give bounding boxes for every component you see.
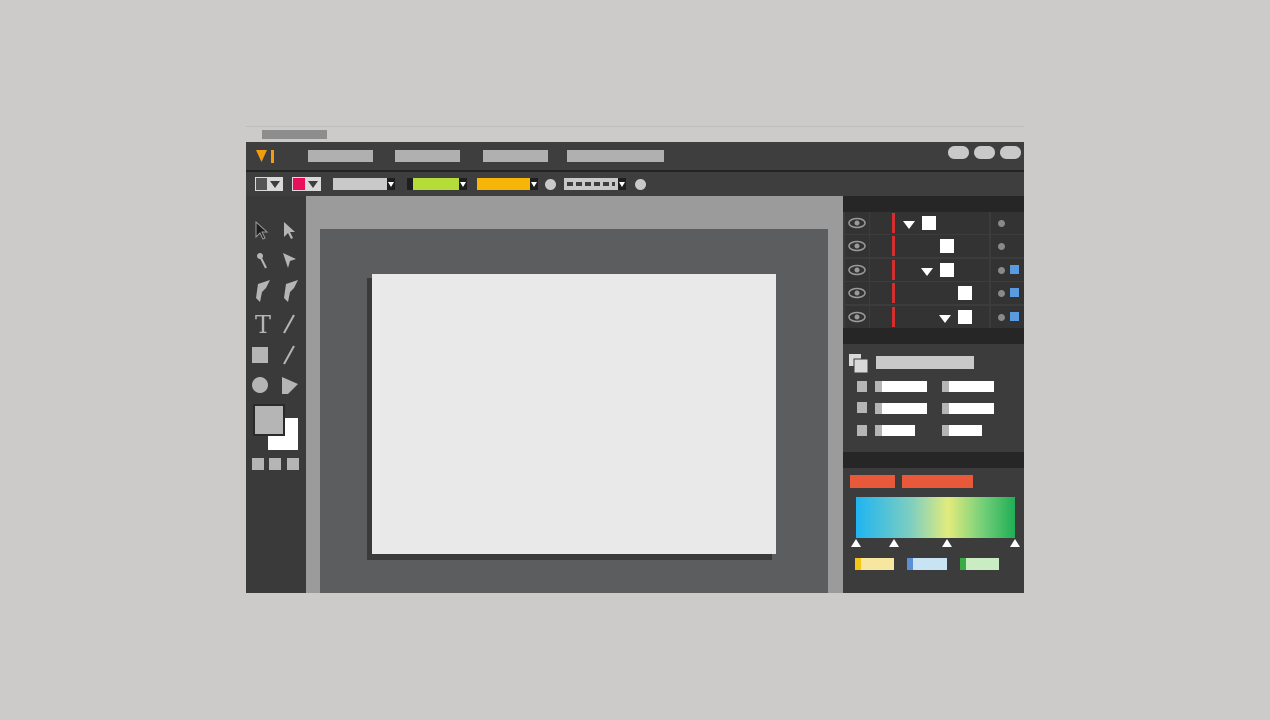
- layer-thumbnail: [922, 216, 936, 230]
- selection-tool-icon[interactable]: [255, 220, 269, 240]
- menu-item-3[interactable]: [483, 150, 548, 162]
- gradient-stop-3: [942, 539, 952, 547]
- layer-target-icon[interactable]: [998, 220, 1005, 227]
- properties-panel: [849, 354, 994, 436]
- swatch-yellow[interactable]: [855, 558, 894, 570]
- layer-selection-indicator: [1010, 312, 1019, 321]
- window-tab[interactable]: [262, 130, 327, 139]
- layer-row[interactable]: [843, 259, 1024, 281]
- layers-panel-header: [843, 196, 1024, 212]
- layer-color-bar: [892, 283, 895, 303]
- layer-thumbnail: [958, 310, 972, 324]
- layer-target-icon[interactable]: [998, 290, 1005, 297]
- color-field-green[interactable]: [407, 178, 467, 190]
- swatch-blue[interactable]: [907, 558, 947, 570]
- stroke-swatch-dropdown[interactable]: [255, 177, 283, 191]
- ellipse-tool-icon[interactable]: [252, 377, 268, 393]
- eye-icon[interactable]: [848, 311, 866, 323]
- svg-text:T: T: [255, 311, 271, 339]
- tools-grid: T: [252, 220, 299, 470]
- layer-thumbnail: [940, 263, 954, 277]
- gradient-mode-button[interactable]: [902, 475, 973, 488]
- properties-panel-header: [843, 328, 1024, 344]
- property-title-bar: [876, 356, 974, 369]
- expand-triangle-icon[interactable]: [920, 267, 934, 277]
- toolbar-radio-1[interactable]: [545, 179, 556, 190]
- line-tool-icon[interactable]: [283, 314, 295, 334]
- gradient-panel-header: [843, 452, 1024, 468]
- toolbar-radio-2[interactable]: [635, 179, 646, 190]
- gradient-stop-1: [851, 539, 861, 547]
- gradient-stop-2: [889, 539, 899, 547]
- gradient-stop-4: [1010, 539, 1020, 547]
- magic-wand-tool-icon[interactable]: [257, 253, 267, 269]
- add-anchor-tool-icon[interactable]: [284, 280, 298, 302]
- app-logo-icon: [256, 150, 274, 163]
- chevron-down-icon: [308, 181, 318, 188]
- menu-item-4[interactable]: [567, 150, 664, 162]
- artboard-grid[interactable]: [372, 274, 776, 554]
- layer-selection-indicator: [1010, 288, 1019, 297]
- layer-target-icon[interactable]: [998, 267, 1005, 274]
- polygon-tool-icon[interactable]: [282, 377, 298, 394]
- layer-row[interactable]: [843, 282, 1024, 304]
- eye-icon[interactable]: [848, 264, 866, 276]
- gradient-type-button[interactable]: [850, 475, 895, 488]
- expand-triangle-icon[interactable]: [902, 220, 916, 230]
- layer-thumbnail: [958, 286, 972, 300]
- layer-color-bar: [892, 213, 895, 233]
- layer-row[interactable]: [843, 235, 1024, 257]
- layer-thumbnail: [940, 239, 954, 253]
- layer-color-bar: [892, 236, 895, 256]
- lasso-tool-icon[interactable]: [283, 253, 296, 268]
- property-row-1[interactable]: [857, 381, 994, 392]
- eye-icon[interactable]: [848, 217, 866, 229]
- direct-selection-tool-icon[interactable]: [284, 222, 295, 239]
- dash-style-dropdown[interactable]: [564, 178, 626, 190]
- type-tool-icon[interactable]: T: [255, 311, 271, 339]
- gradient-slider[interactable]: [856, 497, 1015, 538]
- chevron-down-icon: [270, 181, 280, 188]
- layer-color-bar: [892, 307, 895, 327]
- layer-target-icon[interactable]: [998, 243, 1005, 250]
- property-row-3[interactable]: [857, 425, 982, 436]
- property-row-2[interactable]: [857, 402, 994, 414]
- fill-swatch-dropdown[interactable]: [292, 177, 321, 191]
- eye-icon[interactable]: [848, 240, 866, 252]
- pencil-tool-icon[interactable]: [283, 345, 295, 365]
- close-button[interactable]: [1000, 146, 1021, 159]
- layer-row[interactable]: [843, 306, 1024, 328]
- stroke-weight-field[interactable]: [333, 178, 395, 190]
- color-mode-icons[interactable]: [252, 458, 299, 470]
- maximize-button[interactable]: [974, 146, 995, 159]
- pen-tool-icon[interactable]: [256, 280, 270, 302]
- minimize-button[interactable]: [948, 146, 969, 159]
- rectangle-tool-icon[interactable]: [252, 347, 268, 363]
- menu-item-1[interactable]: [308, 150, 373, 162]
- layer-target-icon[interactable]: [998, 314, 1005, 321]
- layer-row[interactable]: [843, 212, 1024, 234]
- layer-color-bar: [892, 260, 895, 280]
- window-title-line: [246, 126, 1024, 127]
- eye-icon[interactable]: [848, 287, 866, 299]
- menu-item-2[interactable]: [395, 150, 460, 162]
- copy-icon[interactable]: [849, 354, 869, 374]
- color-field-orange[interactable]: [477, 178, 538, 190]
- gradient-stops[interactable]: [850, 538, 1022, 548]
- expand-triangle-icon[interactable]: [938, 314, 952, 324]
- fill-stroke-icon[interactable]: [253, 404, 298, 450]
- swatch-green[interactable]: [960, 558, 999, 570]
- layer-selection-indicator: [1010, 265, 1019, 274]
